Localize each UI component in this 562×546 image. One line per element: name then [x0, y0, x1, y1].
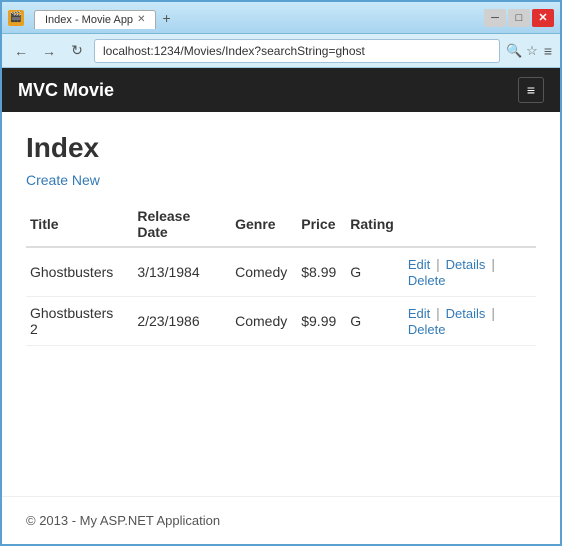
page-title: Index	[26, 132, 536, 164]
col-rating: Rating	[346, 202, 404, 247]
title-bar: 🎬 Index - Movie App ✕ + ─ □ ✕	[2, 2, 560, 34]
col-title: Title	[26, 202, 133, 247]
app-navbar: MVC Movie ≡	[2, 68, 560, 112]
movie-release-date: 3/13/1984	[133, 247, 231, 297]
movie-genre: Comedy	[231, 297, 297, 346]
table-header: Title Release Date Genre Price Rating	[26, 202, 536, 247]
tab-close-icon[interactable]: ✕	[137, 14, 145, 25]
separator: |	[491, 256, 495, 272]
forward-button[interactable]: →	[38, 40, 60, 62]
back-button[interactable]: ←	[10, 40, 32, 62]
bookmark-icon[interactable]: ☆	[526, 43, 538, 59]
movie-price: $8.99	[297, 247, 346, 297]
footer-text: © 2013 - My ASP.NET Application	[26, 513, 220, 528]
col-actions	[404, 202, 536, 247]
movie-price: $9.99	[297, 297, 346, 346]
details-link-1[interactable]: Details	[446, 306, 486, 321]
active-tab[interactable]: Index - Movie App ✕	[34, 10, 156, 29]
movie-rating: G	[346, 297, 404, 346]
delete-link-1[interactable]: Delete	[408, 322, 446, 337]
address-bar: ← → ↻ 🔍 ☆ ≡	[2, 34, 560, 68]
delete-link-0[interactable]: Delete	[408, 273, 446, 288]
browser-window: 🎬 Index - Movie App ✕ + ─ □ ✕ ← → ↻ 🔍 ☆ …	[0, 0, 562, 546]
table-body: Ghostbusters 3/13/1984 Comedy $8.99 G Ed…	[26, 247, 536, 346]
col-release-date: Release Date	[133, 202, 231, 247]
col-price: Price	[297, 202, 346, 247]
new-tab-button[interactable]: +	[156, 7, 176, 29]
header-row: Title Release Date Genre Price Rating	[26, 202, 536, 247]
movie-actions: Edit | Details | Delete	[404, 247, 536, 297]
movies-table: Title Release Date Genre Price Rating Gh…	[26, 202, 536, 346]
page-footer: © 2013 - My ASP.NET Application	[2, 496, 560, 544]
url-input[interactable]	[94, 39, 500, 63]
movie-release-date: 2/23/1986	[133, 297, 231, 346]
browser-content: MVC Movie ≡ Index Create New Title Relea…	[2, 68, 560, 544]
movie-title: Ghostbusters 2	[26, 297, 133, 346]
app-brand: MVC Movie	[18, 80, 518, 101]
movie-rating: G	[346, 247, 404, 297]
close-button[interactable]: ✕	[532, 9, 554, 27]
separator: |	[491, 305, 495, 321]
search-icon[interactable]: 🔍	[506, 43, 522, 59]
page-content: Index Create New Title Release Date Genr…	[2, 112, 560, 496]
separator: |	[436, 256, 444, 272]
tab-label: Index - Movie App	[45, 14, 133, 26]
browser-icon: 🎬	[8, 10, 24, 26]
refresh-button[interactable]: ↻	[66, 40, 88, 62]
address-icons: 🔍 ☆	[506, 43, 538, 59]
movie-genre: Comedy	[231, 247, 297, 297]
col-genre: Genre	[231, 202, 297, 247]
edit-link-1[interactable]: Edit	[408, 306, 430, 321]
tab-area: Index - Movie App ✕ +	[34, 7, 177, 29]
separator: |	[436, 305, 444, 321]
table-row: Ghostbusters 3/13/1984 Comedy $8.99 G Ed…	[26, 247, 536, 297]
browser-menu-button[interactable]: ≡	[544, 43, 552, 59]
movie-title: Ghostbusters	[26, 247, 133, 297]
hamburger-button[interactable]: ≡	[518, 77, 544, 103]
edit-link-0[interactable]: Edit	[408, 257, 430, 272]
create-new-link[interactable]: Create New	[26, 172, 100, 188]
table-row: Ghostbusters 2 2/23/1986 Comedy $9.99 G …	[26, 297, 536, 346]
minimize-button[interactable]: ─	[484, 9, 506, 27]
movie-actions: Edit | Details | Delete	[404, 297, 536, 346]
details-link-0[interactable]: Details	[446, 257, 486, 272]
maximize-button[interactable]: □	[508, 9, 530, 27]
window-controls: ─ □ ✕	[484, 9, 554, 27]
